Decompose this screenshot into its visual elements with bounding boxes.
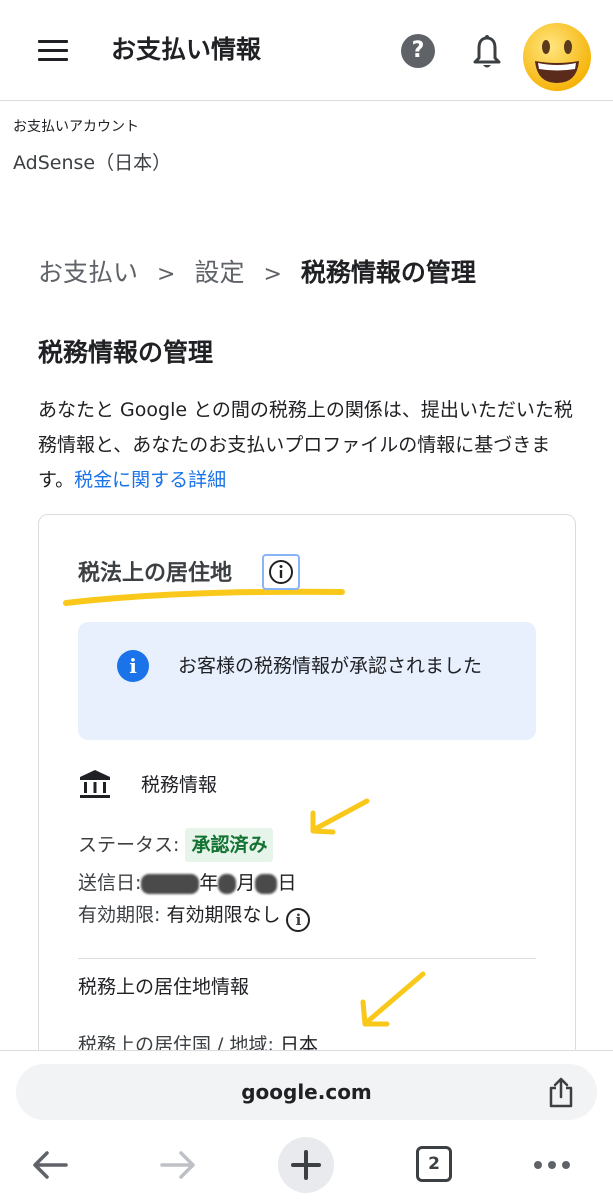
- plus-icon: [291, 1150, 321, 1180]
- avatar[interactable]: [521, 21, 593, 93]
- expiry-label: 有効期限:: [78, 904, 161, 926]
- expiry-row: 有効期限: 有効期限なし i: [78, 898, 311, 932]
- help-icon[interactable]: ?: [401, 34, 435, 68]
- back-arrow-icon[interactable]: [30, 1148, 70, 1182]
- breadcrumb: お支払い > 設定 > 税務情報の管理: [38, 256, 476, 292]
- breadcrumb-settings[interactable]: 設定: [194, 256, 244, 290]
- residence-info-title: 税務上の居住地情報: [78, 976, 250, 998]
- redacted-day: [255, 873, 278, 894]
- page-title: 税務情報の管理: [38, 338, 214, 367]
- forward-arrow-icon[interactable]: [158, 1148, 198, 1182]
- menu-icon[interactable]: [38, 40, 68, 62]
- status-badge: 承認済み: [185, 828, 274, 862]
- account-label: お支払いアカウント: [13, 119, 139, 135]
- tab-switcher-button[interactable]: 2: [416, 1146, 452, 1182]
- annotation-arrow: [310, 798, 370, 835]
- day-unit: 日: [277, 872, 297, 894]
- redacted-year: [141, 873, 200, 894]
- bank-icon: [80, 770, 110, 798]
- breadcrumb-current: 税務情報の管理: [300, 258, 476, 287]
- tax-details-link[interactable]: 税金に関する詳細: [74, 469, 226, 491]
- year-unit: 年: [199, 872, 219, 894]
- breadcrumb-separator: >: [157, 262, 176, 287]
- submitted-date-row: 送信日: 年月日: [78, 866, 296, 900]
- status-label: ステータス:: [78, 834, 180, 856]
- section-title: 税法上の居住地: [78, 561, 233, 586]
- notification-bell-icon[interactable]: [472, 34, 502, 70]
- expiry-value: 有効期限なし: [166, 904, 281, 926]
- account-name[interactable]: AdSense（日本）: [13, 148, 171, 175]
- breadcrumb-separator: >: [263, 262, 282, 287]
- divider: [78, 958, 536, 959]
- new-tab-button[interactable]: [278, 1137, 334, 1193]
- date-label: 送信日:: [78, 872, 142, 894]
- status-row: ステータス: 承認済み: [78, 828, 274, 862]
- tax-info-title: 税務情報: [141, 774, 218, 796]
- more-options-icon[interactable]: [532, 1158, 572, 1172]
- month-unit: 月: [236, 872, 256, 894]
- info-icon[interactable]: [262, 554, 300, 590]
- page-description: あなたと Google との間の税務上の関係は、提出いただいた税務情報と、あなた…: [38, 393, 578, 498]
- info-filled-icon: i: [117, 650, 149, 682]
- redacted-month: [218, 873, 237, 894]
- header-title: お支払い情報: [111, 35, 262, 64]
- notice-text: お客様の税務情報が承認されました: [178, 655, 483, 677]
- url-text[interactable]: google.com: [16, 1064, 597, 1120]
- breadcrumb-payments[interactable]: お支払い: [38, 256, 138, 290]
- info-icon[interactable]: i: [286, 908, 311, 932]
- annotation-arrow: [360, 971, 426, 1027]
- share-icon[interactable]: [547, 1076, 575, 1108]
